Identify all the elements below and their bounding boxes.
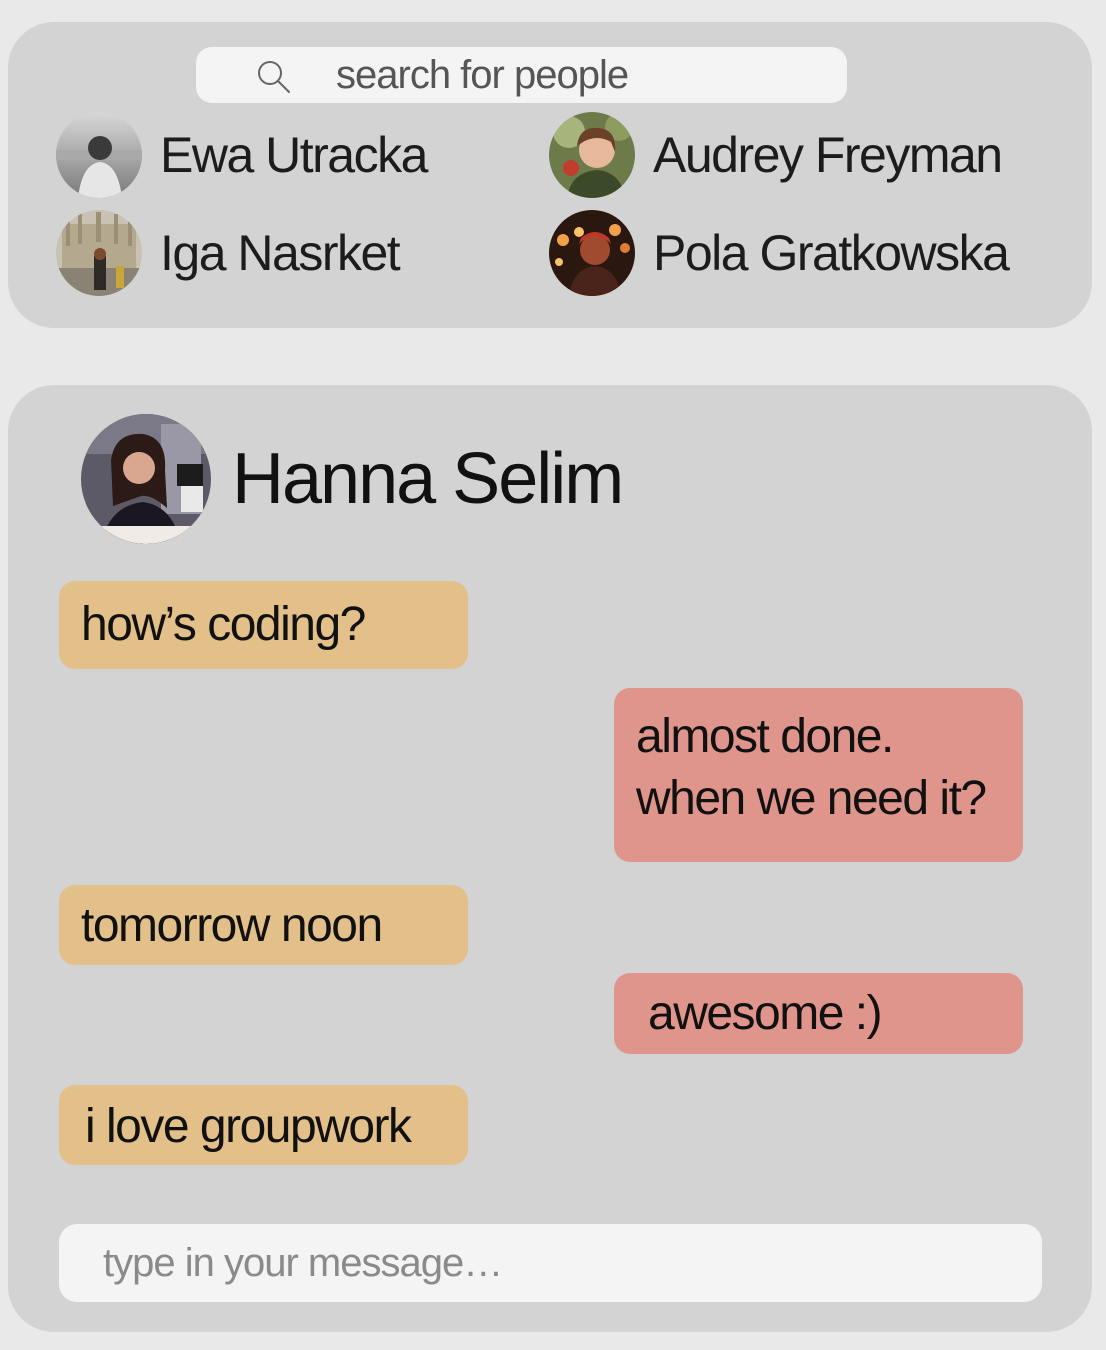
people-search-bar[interactable] <box>196 47 847 103</box>
contact-name: Pola Gratkowska <box>653 225 1010 281</box>
contact-name: Audrey Freyman <box>653 127 1003 183</box>
message-incoming: how’s coding? <box>59 581 468 669</box>
message-outgoing: almost done. when we need it? <box>614 688 1023 862</box>
avatar <box>56 210 142 296</box>
contact-item-iga-nasrket[interactable]: Iga Nasrket <box>56 210 401 296</box>
search-input[interactable] <box>336 53 816 97</box>
avatar <box>56 112 142 198</box>
message-incoming: tomorrow noon <box>59 885 468 965</box>
avatar <box>549 112 635 198</box>
contact-item-audrey-freyman[interactable]: Audrey Freyman <box>549 112 1003 198</box>
avatar <box>549 210 635 296</box>
contact-item-ewa-utracka[interactable]: Ewa Utracka <box>56 112 428 198</box>
contact-name: Ewa Utracka <box>160 127 428 183</box>
message-composer[interactable] <box>59 1224 1042 1302</box>
message-input[interactable] <box>103 1234 1003 1292</box>
chat-contact-name: Hanna Selim <box>232 439 624 519</box>
search-icon <box>258 61 290 93</box>
contact-name: Iga Nasrket <box>160 225 401 281</box>
chat-contact-avatar[interactable] <box>81 414 211 544</box>
message-outgoing: awesome :) <box>614 973 1023 1054</box>
contact-item-pola-gratkowska[interactable]: Pola Gratkowska <box>549 210 1010 296</box>
message-incoming: i love groupwork <box>59 1085 468 1165</box>
